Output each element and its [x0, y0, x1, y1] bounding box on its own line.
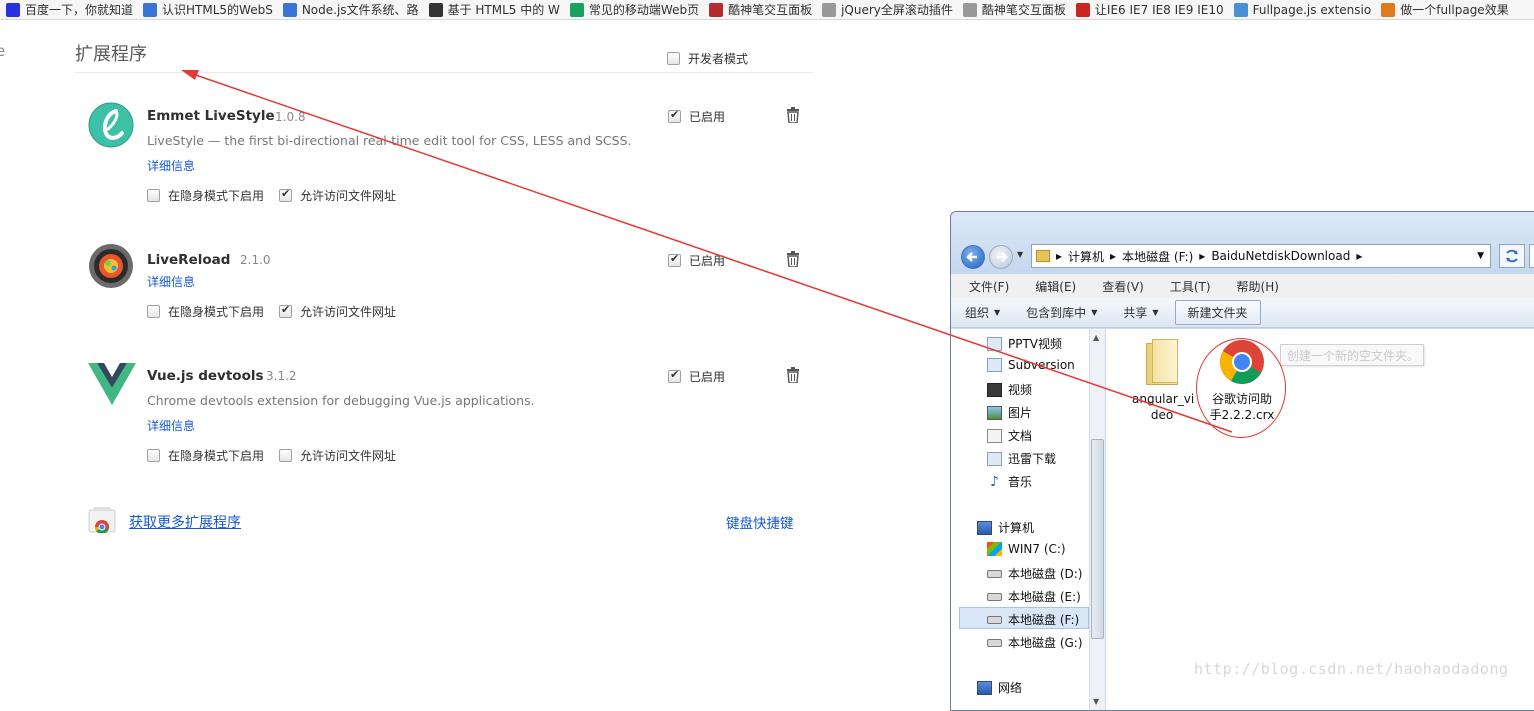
scroll-down-icon[interactable]: ▼	[1093, 697, 1099, 706]
watermark-text: http://blog.csdn.net/haohaodadong	[1194, 660, 1509, 678]
annotation-arrow	[181, 70, 1233, 433]
